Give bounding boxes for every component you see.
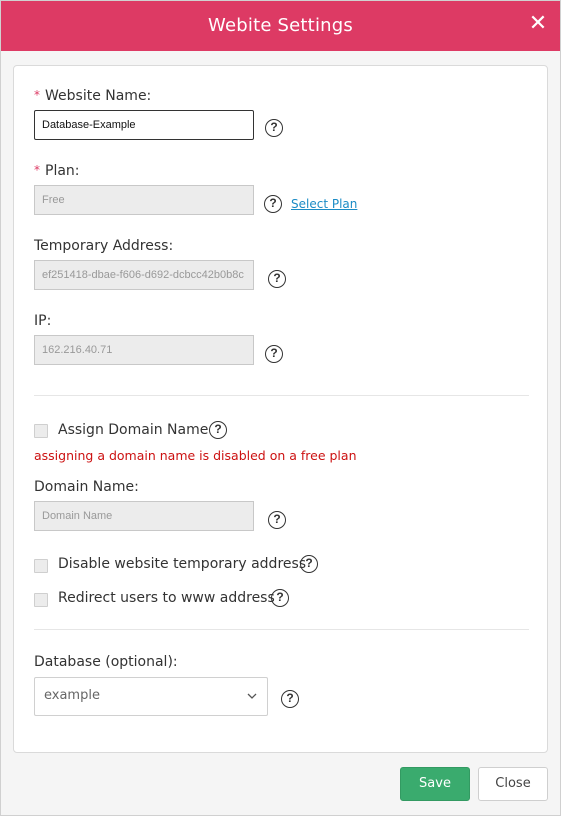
domain-name-label: Domain Name:	[34, 479, 139, 495]
redirect-www-label: Redirect users to www address	[58, 590, 275, 606]
select-plan-link[interactable]: Select Plan	[291, 197, 357, 211]
save-button[interactable]: Save	[400, 767, 470, 801]
temp-address-input: ef251418-dbae-f606-d692-dcbcc42b0b8c	[34, 260, 254, 290]
assign-domain-help-icon[interactable]: ?	[209, 421, 227, 439]
plan-label-text: Plan:	[45, 163, 80, 179]
domain-name-input[interactable]: Domain Name	[34, 501, 254, 531]
database-selected-value: example	[44, 688, 100, 703]
plan-help-icon[interactable]: ?	[264, 195, 282, 213]
assign-domain-checkbox[interactable]	[34, 424, 48, 438]
website-name-label: * Website Name:	[34, 88, 151, 104]
plan-label: * Plan:	[34, 163, 80, 179]
temp-address-help-icon[interactable]: ?	[268, 270, 286, 288]
settings-panel: * Website Name: Database-Example ? * Plan:…	[13, 65, 548, 753]
database-select[interactable]: example	[34, 677, 268, 716]
disable-temp-address-checkbox[interactable]	[34, 559, 48, 573]
ip-label: IP:	[34, 313, 52, 329]
redirect-www-checkbox[interactable]	[34, 593, 48, 607]
section-divider	[34, 395, 529, 396]
assign-domain-label: Assign Domain Name	[58, 422, 209, 438]
close-button[interactable]: Close	[478, 767, 548, 801]
dialog-title: Webite Settings	[208, 15, 353, 36]
website-name-help-icon[interactable]: ?	[265, 119, 283, 137]
disable-temp-address-label: Disable website temporary address	[58, 556, 307, 572]
disable-temp-address-help-icon[interactable]: ?	[300, 555, 318, 573]
dialog-header: Webite Settings ✕	[1, 1, 560, 51]
temp-address-label: Temporary Address:	[34, 238, 174, 254]
domain-name-help-icon[interactable]: ?	[268, 511, 286, 529]
close-icon[interactable]: ✕	[528, 11, 548, 37]
chevron-down-icon	[247, 693, 257, 699]
section-divider	[34, 629, 529, 630]
database-label: Database (optional):	[34, 654, 178, 670]
assign-domain-error: assigning a domain name is disabled on a…	[34, 448, 357, 463]
database-help-icon[interactable]: ?	[281, 690, 299, 708]
plan-input: Free	[34, 185, 254, 215]
redirect-www-help-icon[interactable]: ?	[271, 589, 289, 607]
ip-input: 162.216.40.71	[34, 335, 254, 365]
required-marker: *	[34, 88, 40, 102]
ip-help-icon[interactable]: ?	[265, 345, 283, 363]
website-name-label-text: Website Name:	[45, 88, 152, 104]
website-settings-dialog: Webite Settings ✕ * Website Name: Databas…	[0, 0, 561, 816]
website-name-input[interactable]: Database-Example	[34, 110, 254, 140]
required-marker: *	[34, 163, 40, 177]
